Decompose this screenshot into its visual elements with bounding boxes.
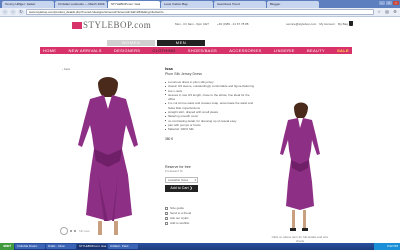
close-icon[interactable]: × [393, 1, 399, 5]
minimize-icon[interactable]: – [379, 1, 385, 5]
reload-icon[interactable]: ↻ [18, 9, 24, 15]
my-bag-link[interactable]: My Bag [338, 22, 348, 26]
webpage: STYLEBOP.com Mon - Fri 9am - 6pm CET +49… [0, 17, 400, 250]
zoom-label: full view [79, 229, 90, 233]
action-label: Add to wishlist [170, 221, 190, 225]
browser-tab[interactable]: Issa Dress Trend [214, 1, 266, 8]
contact-info: Mon - Fri 9am - 6pm CET +49 (0)89 - 21 6… [175, 22, 248, 26]
dot-icon [70, 230, 72, 232]
tab-men[interactable]: MEN [157, 40, 205, 46]
tab-label: Tommy Hilfiger: Jacket [5, 2, 36, 6]
tab-label: Blogger [270, 2, 281, 6]
nav-clothing[interactable]: CLOTHING [152, 48, 175, 53]
logo-text: STYLEBOP.com [83, 20, 152, 30]
size-select[interactable]: Available Sizes [165, 177, 198, 183]
product-price: 380 € [165, 136, 173, 141]
browser-tab[interactable]: Louis Vuitton Bag [161, 1, 213, 8]
taskbar-item[interactable]: Drafts - Inbox [46, 244, 76, 249]
tab-women[interactable]: WOMEN [107, 40, 155, 46]
start-button[interactable]: start [0, 243, 14, 250]
star-icon[interactable]: ☆ [376, 9, 382, 15]
image-zoom-control[interactable]: full view [60, 227, 90, 235]
product-details: Issa Plum Silk Jersey Dress Luxurious dr… [165, 66, 255, 141]
email-link[interactable]: service@stylebop.com [286, 22, 316, 26]
nav-new-arrivals[interactable]: NEW ARRIVALS [68, 48, 101, 53]
category-nav: HOME NEW ARRIVALS DESIGNERS CLOTHING SHO… [40, 47, 352, 54]
browser-tab-active[interactable]: STYLEBOP.com: Issa [108, 1, 160, 8]
nav-beauty[interactable]: BEAUTY [307, 48, 325, 53]
list-item: it is cut at true waist and creates wrap… [165, 101, 255, 110]
browser-tab[interactable]: Blogger [267, 1, 319, 8]
browser-toolbar: ‹ › ↻ www.stylebop.com/product_details.p… [0, 8, 400, 17]
dot-icon [74, 230, 76, 232]
tab-label: STYLEBOP.com: Issa [111, 2, 141, 6]
nav-lingerie[interactable]: LINGERIE [274, 48, 295, 53]
zoom-icon[interactable] [60, 227, 68, 235]
browser-tab[interactable]: Christian Louboutin — March 2009 [55, 1, 107, 8]
logo-mark-icon [72, 22, 82, 29]
site-logo[interactable]: STYLEBOP.com [72, 20, 151, 30]
product-main-image[interactable] [68, 75, 148, 240]
list-item: Material: 100% Silk [165, 127, 255, 131]
question-icon [165, 217, 168, 220]
taskbar-item[interactable]: Untitled - Paint [108, 244, 138, 249]
wishlist-link[interactable]: Add to wishlist [165, 221, 255, 226]
bag-icon[interactable] [349, 21, 353, 26]
product-name: Plum Silk Jersey Dress [165, 72, 202, 76]
page-menu-icon[interactable]: ▤ [384, 9, 390, 15]
nav-sale[interactable]: SALE [337, 48, 349, 53]
gender-tabs: WOMEN MEN [107, 40, 205, 46]
heart-icon [165, 222, 168, 225]
nav-home[interactable]: HOME [43, 48, 56, 53]
address-bar[interactable]: www.stylebop.com/product_details.php?men… [26, 9, 374, 15]
nav-accessories[interactable]: ACCESSORIES [229, 48, 261, 53]
hours-text: Mon - Fri 9am - 6pm CET [175, 22, 210, 26]
my-account-link[interactable]: My Account [319, 22, 335, 26]
account-links: service@stylebop.com My Account My Bag [286, 22, 348, 26]
os-taskbar: start 3 Mozilla Firefox Drafts - Inbox S… [0, 243, 400, 250]
wrench-icon[interactable]: ⚙ [392, 9, 398, 15]
taskbar-item-active[interactable]: STYLEBOP.com: Issa [77, 244, 107, 249]
window-controls: – □ × [379, 1, 399, 5]
product-alt-image[interactable] [278, 102, 322, 234]
maximize-icon[interactable]: □ [386, 1, 392, 5]
tab-label: Louis Vuitton Bag [164, 2, 188, 6]
browser-tab-bar: Tommy Hilfiger: Jacket Christian Loubout… [0, 0, 400, 8]
ruler-icon [165, 207, 168, 210]
back-link[interactable]: ‹ back [62, 67, 70, 71]
add-to-cart-button[interactable]: Add to Cart ❯ [165, 185, 198, 192]
browser-tab[interactable]: Tommy Hilfiger: Jacket [2, 1, 54, 8]
purchase-panel: Reserve for free if it doesn't fit Avail… [165, 165, 255, 226]
taskbar-item[interactable]: 3 Mozilla Firefox [15, 244, 45, 249]
system-clock: 3:02 PM [374, 243, 400, 250]
tab-label: Christian Louboutin — March 2009 [58, 2, 105, 6]
product-brand[interactable]: Issa [165, 66, 255, 71]
nav-designers[interactable]: DESIGNERS [114, 48, 140, 53]
mail-icon [165, 212, 168, 215]
forward-arrow-icon[interactable]: › [10, 9, 16, 15]
phone-text: +49 (0)89 - 21 67 78 88 [217, 22, 249, 26]
back-arrow-icon[interactable]: ‹ [2, 9, 8, 15]
list-item: sleeves in raw 3/4 length, close to the … [165, 93, 255, 102]
nav-shoes-bags[interactable]: SHOES/BAGS [188, 48, 217, 53]
tab-label: Issa Dress Trend [217, 2, 240, 6]
product-actions: Size guide Send to a friend Ask our styl… [165, 206, 255, 226]
reserve-sublabel: if it doesn't fit [165, 169, 183, 173]
feature-list: Luxurious dress in plum silk jersey clas… [165, 80, 255, 132]
